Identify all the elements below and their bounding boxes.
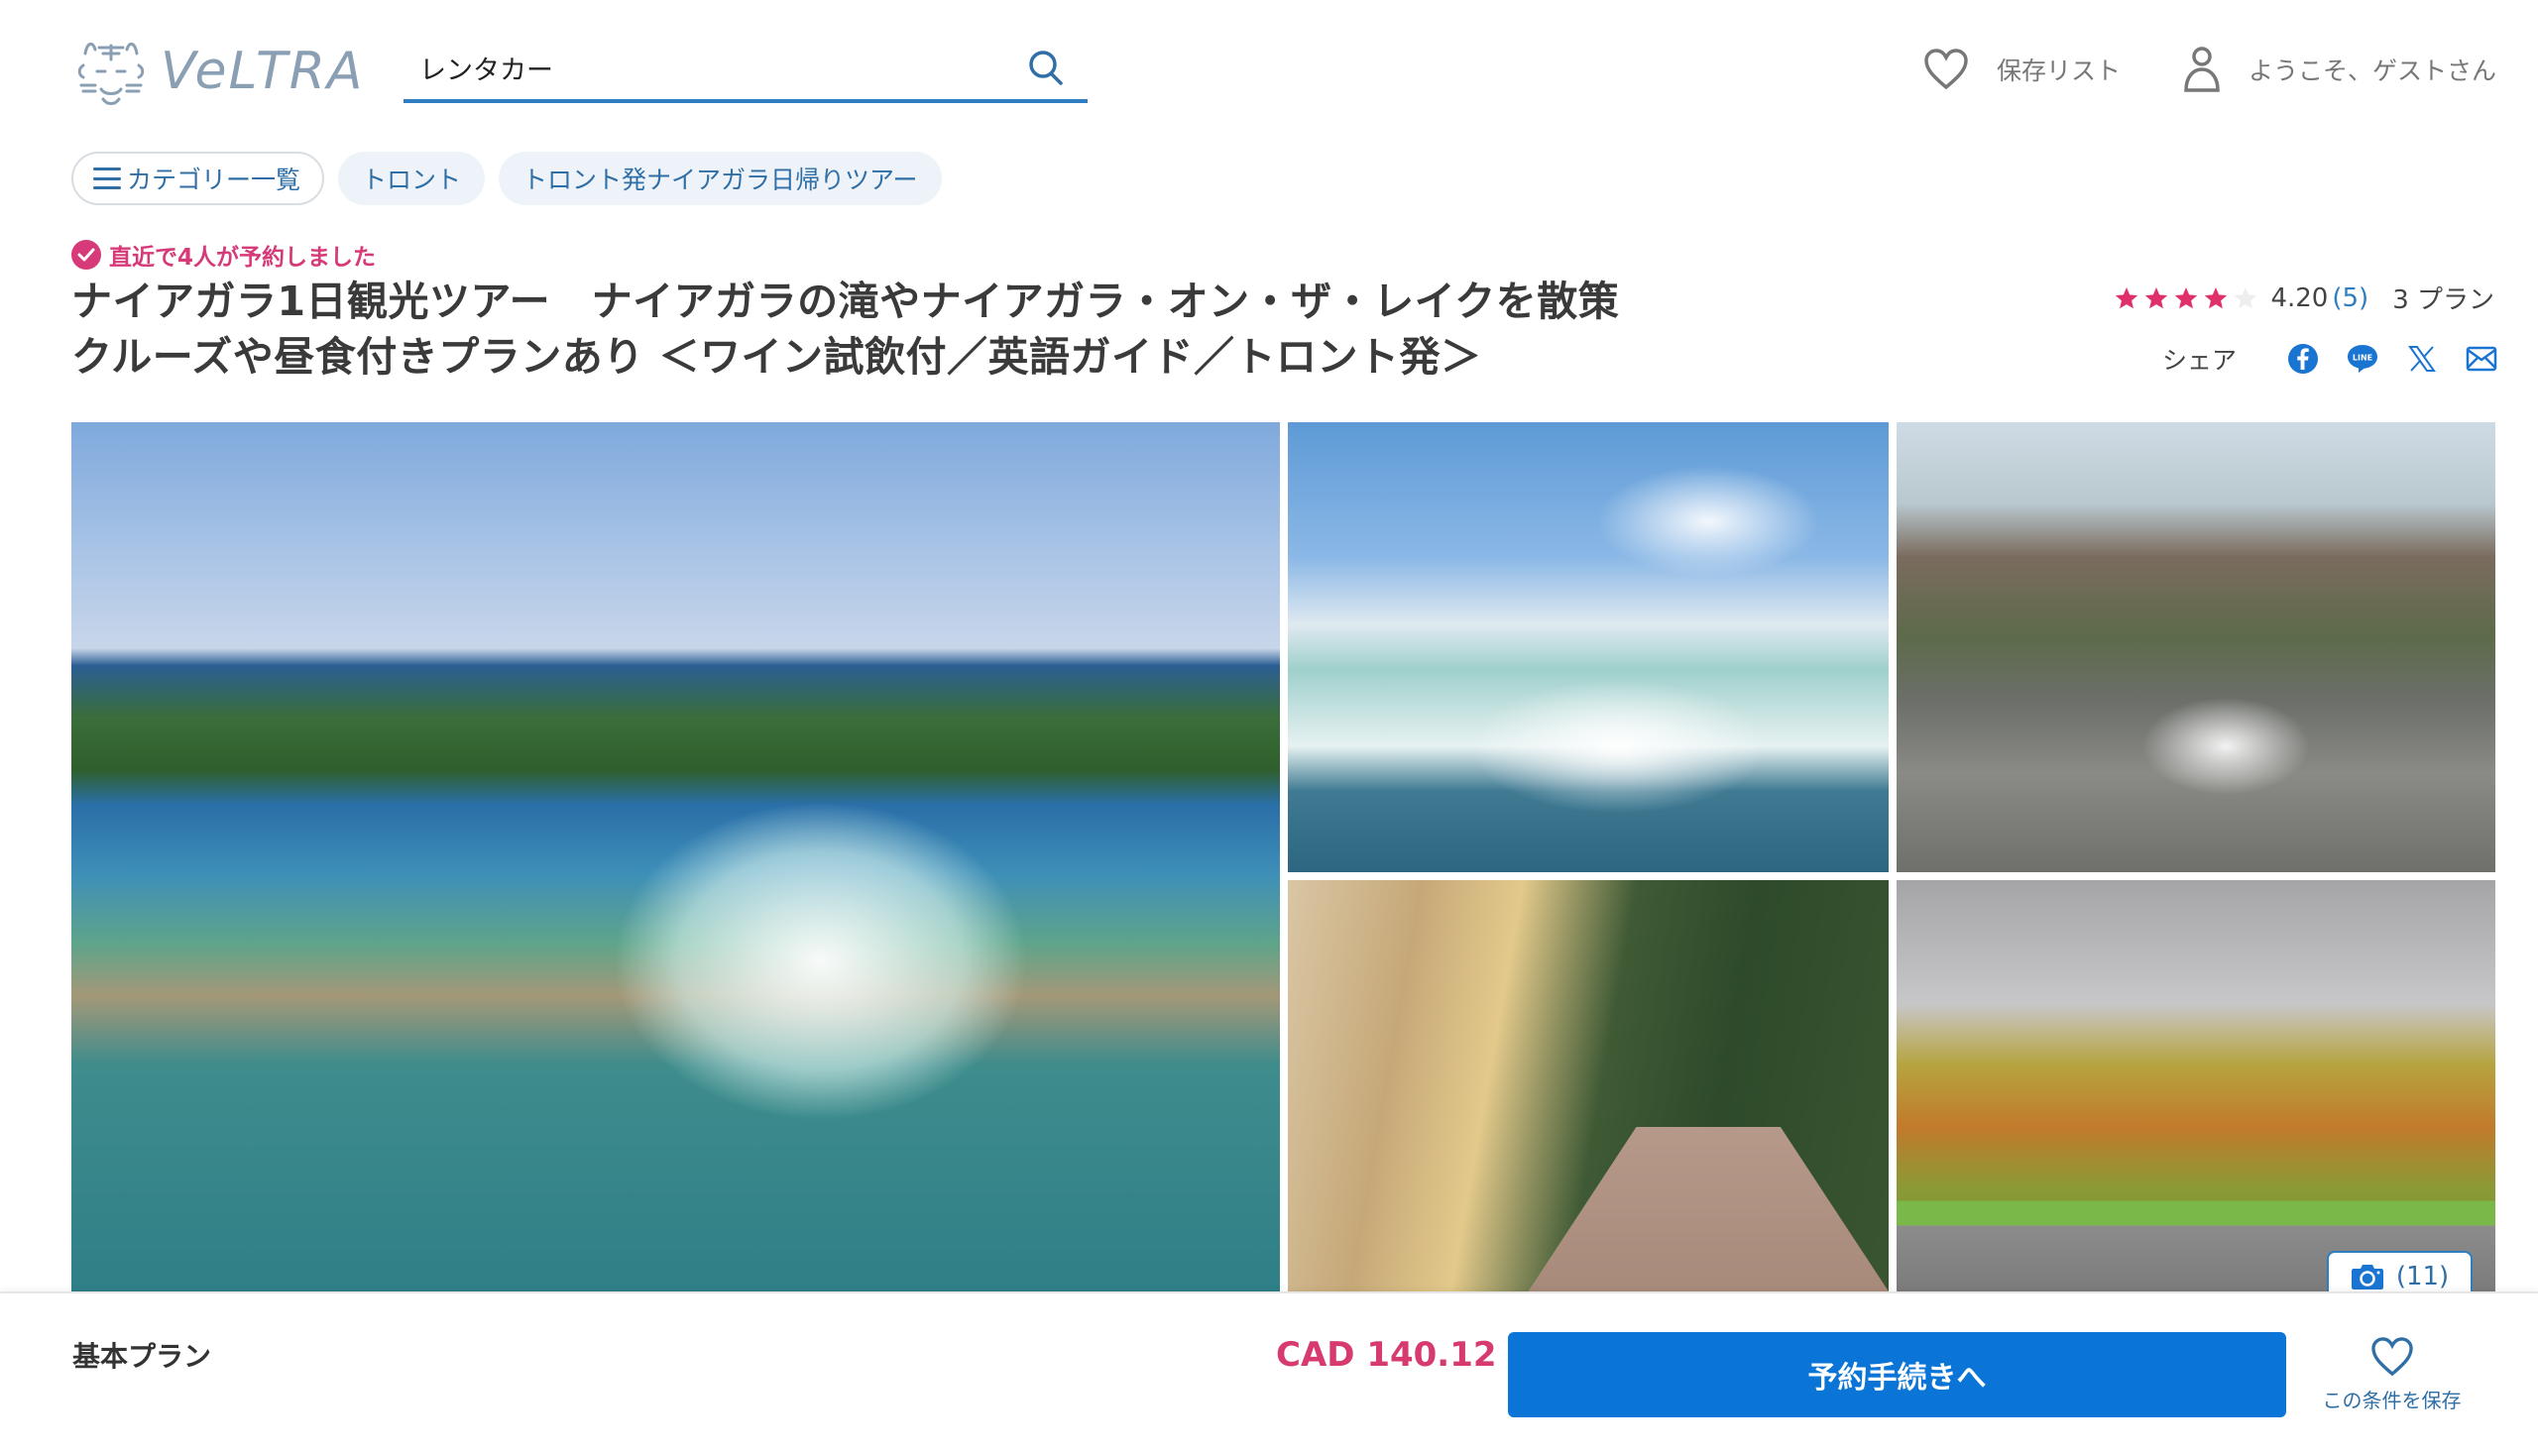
- plan-count: 3 プラン: [2392, 285, 2494, 315]
- save-conditions-label: この条件を保存: [2322, 1389, 2462, 1412]
- rating-score: 4.20: [2270, 282, 2329, 313]
- review-count-link[interactable]: (5): [2332, 283, 2368, 313]
- plan-name: 基本プラン: [72, 1340, 212, 1373]
- gallery-photo-main[interactable]: [71, 422, 1280, 1291]
- saved-list-link[interactable]: 保存リスト: [1923, 44, 2121, 95]
- recent-bookings-badge: 直近で4人が予約しました: [71, 238, 376, 272]
- breadcrumb-category-list[interactable]: カテゴリー一覧: [71, 152, 325, 205]
- star-filled-icon: [2205, 286, 2228, 308]
- user-menu[interactable]: ようこそ、ゲストさん: [2183, 44, 2496, 95]
- email-icon[interactable]: [2465, 342, 2498, 376]
- logo-wordmark: VeLTRA: [161, 42, 365, 101]
- star-empty-icon: [2235, 286, 2257, 308]
- search-icon[interactable]: [1022, 44, 1070, 91]
- share-label: シェア: [2161, 346, 2237, 375]
- share-bar: シェア LINE: [2162, 341, 2498, 377]
- facebook-icon[interactable]: [2286, 342, 2320, 376]
- breadcrumb-niagara-day-tours[interactable]: トロント発ナイアガラ日帰りツアー: [499, 152, 942, 205]
- camera-icon: [2351, 1263, 2384, 1290]
- proceed-to-booking-button[interactable]: 予約手続きへ: [1508, 1332, 2286, 1417]
- star-filled-icon: [2175, 286, 2198, 308]
- line-icon[interactable]: LINE: [2346, 342, 2379, 376]
- photo-count-label: (11): [2395, 1262, 2450, 1291]
- heart-icon: [2370, 1337, 2414, 1377]
- check-circle-icon: [71, 240, 101, 270]
- gallery-photo-4[interactable]: [1288, 880, 1889, 1291]
- gallery-photo-2[interactable]: [1288, 422, 1889, 872]
- recent-bookings-text: 直近で4人が予約しました: [109, 245, 377, 271]
- breadcrumb-toronto[interactable]: トロント: [338, 152, 486, 205]
- star-filled-icon: [2116, 286, 2138, 308]
- heart-icon: [1923, 49, 1969, 90]
- svg-text:LINE: LINE: [2353, 354, 2372, 363]
- star-rating: [2114, 285, 2258, 311]
- breadcrumb-label: カテゴリー一覧: [127, 166, 301, 194]
- gallery-photo-3[interactable]: [1897, 422, 2495, 872]
- booking-bar: 基本プラン CAD 140.12 予約手続きへ この条件を保存: [0, 1291, 2538, 1456]
- save-conditions-button[interactable]: この条件を保存: [2310, 1337, 2474, 1413]
- menu-icon: [93, 168, 121, 189]
- gallery-photo-5[interactable]: [1897, 880, 2495, 1291]
- user-icon: [2183, 46, 2221, 93]
- search-input[interactable]: [404, 52, 1022, 83]
- search-bar: [404, 36, 1088, 103]
- tour-title: ナイアガラ1日観光ツアー ナイアガラの滝やナイアガラ・オン・ザ・レイクを散策 ク…: [71, 278, 1661, 381]
- breadcrumb: カテゴリー一覧 トロント トロント発ナイアガラ日帰りツアー: [71, 152, 942, 205]
- saved-list-label: 保存リスト: [1997, 56, 2122, 85]
- user-greeting: ようこそ、ゲストさん: [2249, 56, 2497, 85]
- star-filled-icon: [2145, 286, 2168, 308]
- plan-price: CAD 140.12: [1276, 1335, 1497, 1375]
- tiger-logo-icon: [77, 43, 145, 105]
- veltra-logo[interactable]: VeLTRA: [71, 32, 365, 111]
- x-twitter-icon[interactable]: [2405, 342, 2439, 376]
- rating-summary: 4.20 (5) 3 プラン: [2114, 280, 2494, 316]
